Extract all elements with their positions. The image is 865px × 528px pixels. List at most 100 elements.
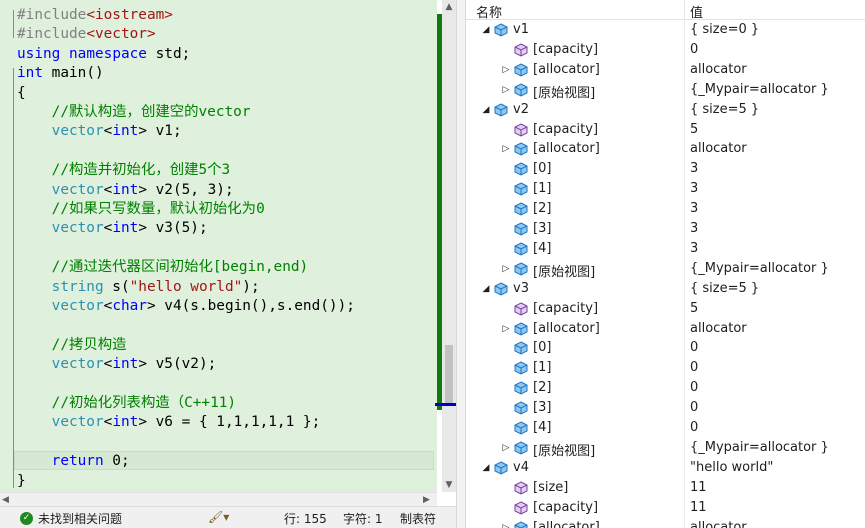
scroll-up-arrow-icon[interactable]: ▲ (442, 0, 456, 14)
watch-row[interactable]: [4] 0 (466, 418, 865, 438)
watch-row[interactable]: [4] 3 (466, 239, 865, 259)
variable-value[interactable]: { size=5 } (690, 102, 759, 117)
collapsed-arrow-icon[interactable]: ▷ (501, 83, 511, 97)
variable-value[interactable]: allocator (690, 62, 747, 77)
code-line[interactable]: vector<int> v5(v2); (17, 355, 217, 374)
watch-row[interactable]: ▷ [allocator] allocator (466, 518, 865, 528)
variable-value[interactable]: 0 (690, 340, 698, 355)
variable-value[interactable]: 0 (690, 380, 698, 395)
variable-value[interactable]: 3 (690, 221, 698, 236)
collapsed-arrow-icon[interactable]: ▷ (501, 142, 511, 156)
code-line[interactable]: //通过迭代器区间初始化[begin,end) (17, 258, 309, 277)
watch-row[interactable]: ▷ [allocator] allocator (466, 319, 865, 339)
code-line[interactable]: vector<int> v3(5); (17, 219, 208, 238)
code-line[interactable]: vector<char> v4(s.begin(),s.end()); (17, 297, 355, 316)
watch-row[interactable]: [capacity] 5 (466, 120, 865, 140)
issues-status[interactable]: 未找到相关问题 (38, 510, 122, 527)
code-cleanup-brush-icon[interactable]: 🖌▾ (208, 510, 229, 524)
watch-row[interactable]: [2] 0 (466, 378, 865, 398)
code-line[interactable]: #include<iostream> (17, 6, 173, 25)
variable-value[interactable]: "hello world" (690, 460, 773, 475)
expanded-arrow-icon[interactable]: ◢ (481, 103, 491, 117)
variable-value[interactable]: allocator (690, 141, 747, 156)
variable-value[interactable]: 3 (690, 161, 698, 176)
watch-row[interactable]: [0] 3 (466, 159, 865, 179)
variable-value[interactable]: 11 (690, 480, 707, 495)
line-indicator[interactable]: 行: 155 (284, 510, 327, 527)
code-line[interactable]: { (17, 84, 26, 103)
code-line[interactable]: //初始化列表构造（C++11) (17, 394, 236, 413)
watch-row[interactable]: ▷ [原始视图] {_Mypair=allocator } (466, 259, 865, 280)
watch-row[interactable]: ▷ [原始视图] {_Mypair=allocator } (466, 438, 865, 459)
watch-row[interactable]: [0] 0 (466, 338, 865, 358)
expanded-arrow-icon[interactable]: ◢ (481, 282, 491, 296)
variable-value[interactable]: 3 (690, 201, 698, 216)
variable-value[interactable]: {_Mypair=allocator } (690, 261, 829, 276)
watch-row[interactable]: ▷ [allocator] allocator (466, 60, 865, 80)
variable-value[interactable]: 0 (690, 42, 698, 57)
code-line[interactable]: string s("hello world"); (17, 278, 260, 297)
watch-row[interactable]: [size] 11 (466, 478, 865, 498)
collapsed-arrow-icon[interactable]: ▷ (501, 322, 511, 336)
scrollbar-thumb[interactable] (445, 345, 453, 405)
column-divider[interactable] (684, 0, 685, 20)
variable-value[interactable]: {_Mypair=allocator } (690, 82, 829, 97)
variable-value[interactable]: allocator (690, 520, 747, 528)
watch-row[interactable]: ◢ v2 { size=5 } (466, 100, 865, 120)
code-line[interactable]: //默认构造，创建空的vector (17, 103, 251, 122)
column-header-value[interactable]: 值 (690, 2, 703, 21)
code-editor[interactable]: #include<iostream> #include<vector> using … (0, 0, 437, 492)
code-line[interactable]: vector<int> v2(5, 3); (17, 181, 234, 200)
variable-value[interactable]: 3 (690, 241, 698, 256)
watch-row[interactable]: ▷ [allocator] allocator (466, 139, 865, 159)
variable-value[interactable]: 0 (690, 420, 698, 435)
watch-row[interactable]: [capacity] 0 (466, 40, 865, 60)
code-line[interactable]: return 0; (17, 452, 130, 471)
tab-mode-indicator[interactable]: 制表符 (400, 510, 436, 527)
code-line[interactable]: #include<vector> (17, 25, 156, 44)
watch-row[interactable]: ◢ v1 { size=0 } (466, 20, 865, 40)
code-line[interactable]: //如果只写数量，默认初始化为0 (17, 200, 265, 219)
watch-row[interactable]: [3] 3 (466, 219, 865, 239)
watch-row[interactable]: ▷ [原始视图] {_Mypair=allocator } (466, 80, 865, 101)
code-line[interactable]: vector<int> v1; (17, 122, 182, 141)
watch-row[interactable]: ◢ v3 { size=5 } (466, 279, 865, 299)
watch-row[interactable]: ◢ v4 "hello world" (466, 458, 865, 478)
code-line[interactable]: int main() (17, 64, 104, 83)
collapsed-arrow-icon[interactable]: ▷ (501, 262, 511, 276)
code-line[interactable]: using namespace std; (17, 45, 190, 64)
scroll-down-arrow-icon[interactable]: ▼ (442, 478, 456, 492)
collapsed-arrow-icon[interactable]: ▷ (501, 63, 511, 77)
watch-row[interactable]: [1] 0 (466, 358, 865, 378)
code-line[interactable]: //构造并初始化，创建5个3 (17, 161, 231, 180)
variable-value[interactable]: 5 (690, 301, 698, 316)
editor-vertical-scrollbar[interactable]: ▲ ▼ (442, 0, 456, 492)
editor-horizontal-scrollbar[interactable]: ◀ ▶ (0, 492, 437, 506)
variable-value[interactable]: 11 (690, 500, 707, 515)
variable-value[interactable]: 5 (690, 122, 698, 137)
variable-value[interactable]: { size=0 } (690, 22, 759, 37)
variable-value[interactable]: { size=5 } (690, 281, 759, 296)
watch-row[interactable]: [capacity] 5 (466, 299, 865, 319)
watch-row[interactable]: [2] 3 (466, 199, 865, 219)
collapsed-arrow-icon[interactable]: ▷ (501, 521, 511, 528)
expanded-arrow-icon[interactable]: ◢ (481, 23, 491, 37)
collapsed-arrow-icon[interactable]: ▷ (501, 441, 511, 455)
char-indicator[interactable]: 字符: 1 (343, 510, 383, 527)
code-line[interactable]: vector<int> v6 = { 1,1,1,1,1 }; (17, 413, 321, 432)
column-header-name[interactable]: 名称 (476, 2, 502, 21)
code-line[interactable]: } (17, 472, 26, 491)
code-line[interactable]: //拷贝构造 (17, 336, 127, 355)
watch-row[interactable]: [capacity] 11 (466, 498, 865, 518)
variable-value[interactable]: 0 (690, 400, 698, 415)
scroll-right-arrow-icon[interactable]: ▶ (423, 493, 430, 507)
scroll-left-arrow-icon[interactable]: ◀ (2, 493, 9, 507)
variable-value[interactable]: {_Mypair=allocator } (690, 440, 829, 455)
expanded-arrow-icon[interactable]: ◢ (481, 461, 491, 475)
pane-splitter[interactable] (456, 0, 466, 528)
watch-row[interactable]: [3] 0 (466, 398, 865, 418)
watch-row[interactable]: [1] 3 (466, 179, 865, 199)
variable-value[interactable]: 0 (690, 360, 698, 375)
variable-value[interactable]: allocator (690, 321, 747, 336)
variable-value[interactable]: 3 (690, 181, 698, 196)
